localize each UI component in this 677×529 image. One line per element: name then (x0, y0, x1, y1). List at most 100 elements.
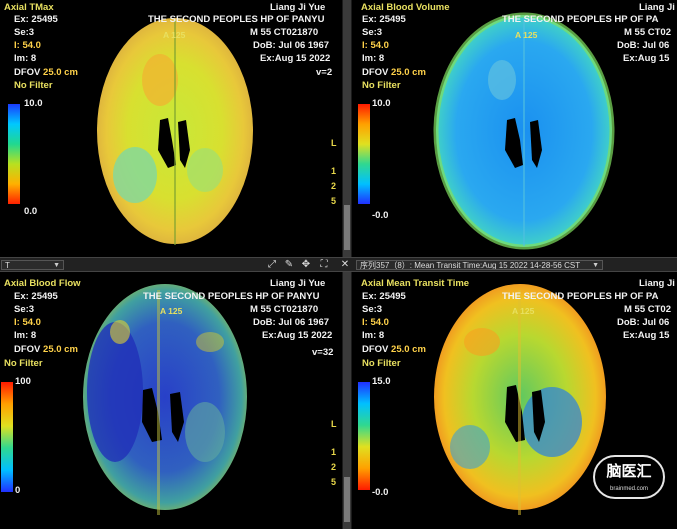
dfov-value: 25.0 cm (391, 67, 426, 78)
patient-name: Liang Ji (639, 278, 675, 289)
hospital-name: THE SECOND PEOPLES HP OF PANYU (148, 14, 325, 25)
side-label-2: 2 (331, 181, 337, 191)
viewport-blood-volume[interactable]: Axial Blood Volume Ex: 25495 Se:3 I: 54.… (352, 0, 677, 257)
side-label-1: 1 (331, 447, 337, 457)
filter-label: No Filter (14, 80, 53, 91)
series-select[interactable]: 序列357（8）: Mean Transit Time:Aug 15 2022 … (356, 260, 603, 270)
exam-number: Ex: 25495 (362, 14, 406, 25)
colorbar (358, 382, 370, 490)
colorbar (8, 104, 20, 204)
dfov-label: DFOV 25.0 cm (14, 344, 78, 355)
colorbar (358, 104, 370, 204)
watermark-text: 脑医汇 (606, 463, 652, 480)
window-value: v=2 (316, 67, 333, 78)
hospital-name: THE SECOND PEOPLES HP OF PA (502, 291, 659, 302)
image-location: I: 54.0 (14, 317, 41, 328)
image-location: I: 54.0 (14, 40, 41, 51)
series-number: Se:3 (362, 304, 383, 315)
dfov-label-text: DFOV (14, 67, 41, 78)
image-number: Im: 8 (362, 330, 385, 341)
orientation-label: A 125 (163, 30, 186, 40)
patient-name: Liang Ji (639, 2, 675, 13)
series-number: Se:3 (14, 304, 35, 315)
dfov-value: 25.0 cm (43, 67, 78, 78)
image-number: Im: 8 (14, 53, 37, 64)
scrollbar-top[interactable] (343, 0, 351, 257)
side-label-1: 1 (331, 166, 337, 176)
image-location: I: 54.0 (362, 317, 389, 328)
side-label-5: 5 (331, 196, 337, 206)
exam-date: Ex:Aug 15 2022 (260, 53, 331, 64)
viewport-toolbar: T ▼ ⤢ ✎ ✥ ⛶ ✕ 序列357（8）: Mean Transit Time… (0, 257, 677, 272)
colorbar-min: -0.0 (372, 210, 389, 221)
dfov-value: 25.0 cm (43, 344, 78, 355)
orientation-label: A 125 (512, 306, 535, 316)
hospital-name: THE SECOND PEOPLES HP OF PA (502, 14, 659, 25)
panel-title: Axial Blood Volume (361, 2, 450, 13)
side-label-l: L (331, 138, 337, 148)
scrollbar-bottom[interactable] (343, 272, 351, 529)
colorbar-min: -0.0 (372, 487, 389, 498)
window-value: v=32 (312, 347, 334, 358)
fit-icon[interactable]: ⛶ (318, 259, 330, 271)
patient-id: M 55 CT021870 (250, 27, 319, 38)
panel-title: Axial Blood Flow (4, 278, 81, 289)
brainmed-watermark-logo: 脑医汇 brainmed.com (593, 455, 665, 499)
patient-id: M 55 CT021870 (250, 304, 319, 315)
dfov-label-text: DFOV (362, 67, 389, 78)
left-series-select-value: T (5, 261, 10, 270)
exam-number: Ex: 25495 (14, 291, 58, 302)
patient-id: M 55 CT02 (624, 27, 671, 38)
series-number: Se:3 (14, 27, 35, 38)
colorbar-min: 0.0 (24, 206, 38, 217)
image-location: I: 54.0 (362, 40, 389, 51)
colorbar-max: 10.0 (372, 98, 391, 109)
chevron-down-icon: ▼ (53, 262, 60, 269)
move-icon[interactable]: ✥ (300, 259, 312, 271)
filter-label: No Filter (4, 358, 43, 369)
expand-icon[interactable]: ⤢ (266, 259, 278, 271)
chevron-down-icon: ▼ (592, 262, 599, 269)
panel-title: Axial TMax (4, 2, 54, 13)
colorbar (1, 382, 13, 492)
watermark-subtext: brainmed.com (609, 486, 648, 492)
dfov-label: DFOV 25.0 cm (14, 67, 78, 78)
filter-label: No Filter (362, 80, 401, 91)
side-label-l: L (331, 419, 337, 429)
exam-date: Ex:Aug 15 2022 (262, 330, 333, 341)
patient-dob: DoB: Jul 06 1967 (253, 40, 330, 51)
orientation-label: A 125 (515, 30, 538, 40)
series-number: Se:3 (362, 27, 383, 38)
pencil-icon[interactable]: ✎ (283, 259, 295, 271)
image-number: Im: 8 (362, 53, 385, 64)
dfov-label-text: DFOV (14, 344, 41, 355)
dfov-label: DFOV 25.0 cm (362, 344, 426, 355)
scrollbar-thumb[interactable] (344, 205, 350, 250)
dfov-label-text: DFOV (362, 344, 389, 355)
exam-number: Ex: 25495 (362, 291, 406, 302)
scrollbar-thumb[interactable] (344, 477, 350, 522)
patient-name: Liang Ji Yue (270, 2, 326, 13)
viewport-tmax[interactable]: Axial TMax Ex: 25495 Se:3 I: 54.0 Im: 8 … (0, 0, 342, 257)
close-icon[interactable]: ✕ (339, 259, 351, 271)
series-select-value: 序列357（8）: Mean Transit Time:Aug 15 2022 … (360, 261, 581, 270)
patient-name: Liang Ji Yue (270, 278, 326, 289)
orientation-label: A 125 (160, 306, 183, 316)
side-label-5: 5 (331, 477, 337, 487)
colorbar-max: 10.0 (24, 98, 43, 109)
colorbar-max: 15.0 (372, 376, 391, 387)
exam-date: Ex:Aug 15 (623, 330, 670, 341)
viewport-blood-flow[interactable]: Axial Blood Flow Ex: 25495 Se:3 I: 54.0 … (0, 272, 342, 529)
colorbar-max: 100 (15, 376, 31, 387)
filter-label: No Filter (362, 358, 401, 369)
exam-number: Ex: 25495 (14, 14, 58, 25)
dfov-value: 25.0 cm (391, 344, 426, 355)
left-series-select[interactable]: T ▼ (1, 260, 64, 270)
colorbar-min: 0 (15, 485, 21, 496)
patient-id: M 55 CT02 (624, 304, 671, 315)
side-label-2: 2 (331, 462, 337, 472)
patient-dob: DoB: Jul 06 1967 (253, 317, 330, 328)
patient-dob: DoB: Jul 06 (617, 317, 670, 328)
panel-title: Axial Mean Transit Time (361, 278, 470, 289)
image-number: Im: 8 (14, 330, 37, 341)
